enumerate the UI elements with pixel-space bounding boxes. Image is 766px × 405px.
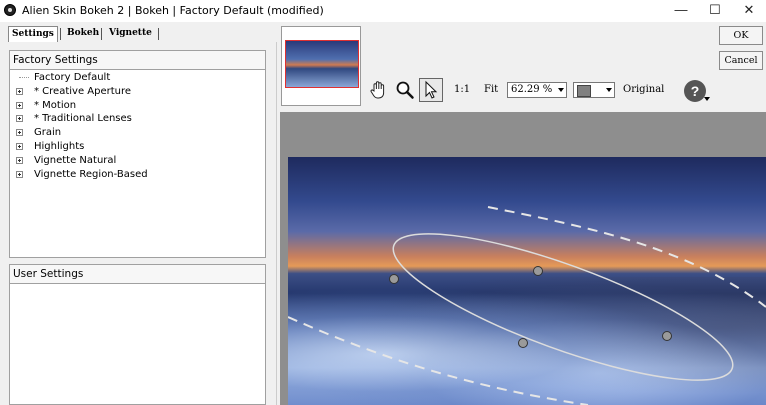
tree-connector xyxy=(19,77,29,79)
chevron-down-icon xyxy=(558,88,564,92)
tree-item-label: Grain xyxy=(34,127,62,139)
minimize-button[interactable]: — xyxy=(664,0,698,22)
preview-image[interactable] xyxy=(288,157,766,405)
help-button[interactable]: ? xyxy=(684,80,706,102)
expand-icon[interactable] xyxy=(16,87,23,95)
tree-item-grain[interactable]: Grain xyxy=(16,126,265,140)
tree-item-label: Highlights xyxy=(34,140,85,152)
preview-area[interactable] xyxy=(280,112,766,405)
help-icon: ? xyxy=(690,83,700,99)
app-icon xyxy=(4,4,16,16)
tab-settings[interactable]: Settings xyxy=(8,26,58,42)
zoom-level-value: 62.29 % xyxy=(511,84,553,95)
pointer-tool[interactable] xyxy=(419,78,443,102)
hand-tool[interactable] xyxy=(367,78,391,102)
tree-item-label: Vignette Natural xyxy=(34,154,117,166)
ellipse-handle-bottom[interactable] xyxy=(518,338,528,348)
ellipse-handle-left[interactable] xyxy=(389,274,399,284)
navigator-thumbnail[interactable] xyxy=(281,26,361,106)
expand-icon[interactable] xyxy=(16,142,23,150)
background-color-select[interactable] xyxy=(573,82,615,98)
tree-item-label: * Creative Aperture xyxy=(34,85,132,97)
fit-button[interactable]: Fit xyxy=(484,84,498,95)
arrow-cursor-icon xyxy=(425,80,438,99)
hand-icon xyxy=(370,81,385,99)
maximize-button[interactable]: ☐ xyxy=(698,0,732,22)
zoom-tool[interactable] xyxy=(393,78,417,102)
title-bar: Alien Skin Bokeh 2 | Bokeh | Factory Def… xyxy=(0,0,766,22)
tab-vignette[interactable]: Vignette xyxy=(106,26,155,41)
tab-separator xyxy=(158,28,159,40)
tree-item-creative-aperture[interactable]: * Creative Aperture xyxy=(16,85,265,99)
thumbnail-image[interactable] xyxy=(285,40,359,88)
factory-settings-header: Factory Settings xyxy=(10,51,265,70)
window-title: Alien Skin Bokeh 2 | Bokeh | Factory Def… xyxy=(22,4,324,17)
factory-settings-tree: Factory Default * Creative Aperture * Mo… xyxy=(16,71,265,181)
zoom-level-select[interactable]: 62.29 % xyxy=(507,82,567,98)
expand-icon[interactable] xyxy=(16,115,23,123)
ellipse-handle-right[interactable] xyxy=(662,331,672,341)
expand-icon[interactable] xyxy=(16,129,23,137)
tree-item-label: * Motion xyxy=(34,99,77,111)
help-menu-arrow-icon[interactable] xyxy=(704,97,710,101)
tab-separator xyxy=(101,28,102,40)
focus-ellipse[interactable] xyxy=(379,206,746,405)
tree-item-factory-default[interactable]: Factory Default xyxy=(16,71,265,85)
user-settings-panel: User Settings xyxy=(9,264,266,405)
tree-item-motion[interactable]: * Motion xyxy=(16,99,265,113)
cancel-button[interactable]: Cancel xyxy=(719,51,763,70)
tree-item-vignette-region-based[interactable]: Vignette Region-Based xyxy=(16,168,265,182)
original-button[interactable]: Original xyxy=(623,84,664,95)
ok-button[interactable]: OK xyxy=(719,26,763,45)
zoom-1-1-button[interactable]: 1:1 xyxy=(454,84,470,95)
tree-item-vignette-natural[interactable]: Vignette Natural xyxy=(16,154,265,168)
tree-item-traditional-lenses[interactable]: * Traditional Lenses xyxy=(16,112,265,126)
tab-bokeh[interactable]: Bokeh xyxy=(64,26,102,41)
color-swatch xyxy=(577,85,591,97)
tree-item-label: Vignette Region-Based xyxy=(34,168,148,180)
factory-settings-panel: Factory Settings Factory Default * Creat… xyxy=(9,50,266,258)
vignette-overlay[interactable] xyxy=(288,157,766,405)
user-settings-header: User Settings xyxy=(10,265,265,284)
outer-falloff-line-right[interactable] xyxy=(487,206,766,308)
close-button[interactable]: ✕ xyxy=(732,0,766,22)
magnifier-icon xyxy=(396,81,414,99)
tree-item-label: Factory Default xyxy=(34,72,111,83)
ellipse-handle-top[interactable] xyxy=(533,266,543,276)
expand-icon[interactable] xyxy=(16,156,23,164)
expand-icon[interactable] xyxy=(16,101,23,109)
tree-item-label: * Traditional Lenses xyxy=(34,113,132,125)
chevron-down-icon xyxy=(606,88,612,92)
tab-separator xyxy=(60,28,61,40)
outer-falloff-line-left[interactable] xyxy=(288,316,589,405)
expand-icon[interactable] xyxy=(16,170,23,178)
tree-item-highlights[interactable]: Highlights xyxy=(16,140,265,154)
